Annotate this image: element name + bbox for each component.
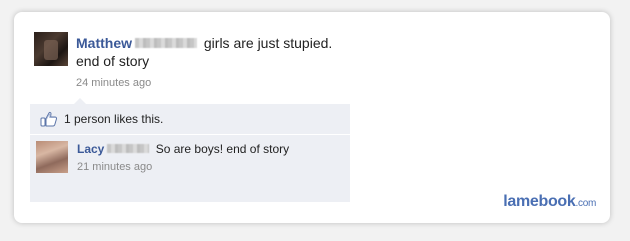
likes-count-text[interactable]: 1 person likes this. [64,112,163,126]
commenter-avatar[interactable] [36,141,68,173]
post-timestamp[interactable]: 24 minutes ago [76,74,346,92]
likes-bar: 1 person likes this. [30,104,350,135]
post-content: Matthew girls are just stupied. end of s… [76,34,346,92]
author-avatar[interactable] [34,32,68,66]
comment-content: Lacy So are boys! end of story 21 minute… [77,141,307,175]
feedback-section: 1 person likes this. Lacy So are boys! e… [30,98,350,230]
lamebook-watermark: lamebook.com [503,193,596,211]
comment-item: Lacy So are boys! end of story 21 minute… [30,135,350,202]
watermark-brand: lamebook [503,193,576,210]
post-card: Matthew girls are just stupied. end of s… [14,12,610,223]
comment-timestamp[interactable]: 21 minutes ago [77,159,307,175]
thumbs-up-icon [40,110,58,128]
commenter-name[interactable]: Lacy [77,142,104,156]
comment-message: So are boys! end of story [155,142,290,156]
watermark-tld: .com [575,198,597,209]
post-author-name[interactable]: Matthew [76,35,132,51]
redacted-surname [107,144,150,153]
redacted-surname [135,38,197,48]
